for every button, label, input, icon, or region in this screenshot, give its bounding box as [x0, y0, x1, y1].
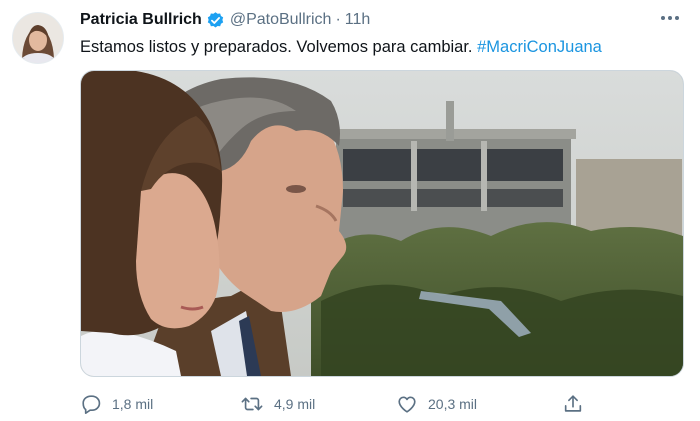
tweet-text: Estamos listos y preparados. Volvemos pa… [80, 37, 680, 57]
handle[interactable]: @PatoBullrich [230, 11, 332, 29]
timestamp[interactable]: 11h [345, 11, 371, 29]
retweet-icon [241, 397, 263, 411]
hashtag-link[interactable]: #MacriConJuana [477, 38, 602, 56]
share-button[interactable] [562, 390, 594, 418]
tweet-actions: 1,8 mil 4,9 mil 20,3 mil [80, 390, 600, 418]
like-count: 20,3 mil [428, 396, 478, 412]
tweet-header: Patricia Bullrich @PatoBullrich · 11h [80, 9, 680, 31]
reply-icon [82, 395, 101, 414]
like-button[interactable]: 20,3 mil [396, 390, 477, 418]
more-options-icon[interactable] [658, 8, 682, 28]
tweet-card[interactable]: Patricia Bullrich @PatoBullrich · 11h Es… [0, 0, 700, 421]
retweet-button[interactable]: 4,9 mil [240, 390, 315, 418]
reply-count: 1,8 mil [112, 396, 154, 412]
avatar[interactable] [12, 12, 64, 64]
reply-button[interactable]: 1,8 mil [80, 390, 153, 418]
tweet-photo[interactable] [80, 70, 684, 377]
retweet-count: 4,9 mil [274, 396, 316, 412]
heart-icon [398, 396, 416, 413]
separator-dot: · [335, 11, 341, 28]
share-icon [564, 395, 582, 412]
verified-badge-icon [206, 11, 225, 30]
tweet-body-text: Estamos listos y preparados. Volvemos pa… [80, 38, 473, 56]
display-name[interactable]: Patricia Bullrich [80, 11, 202, 29]
